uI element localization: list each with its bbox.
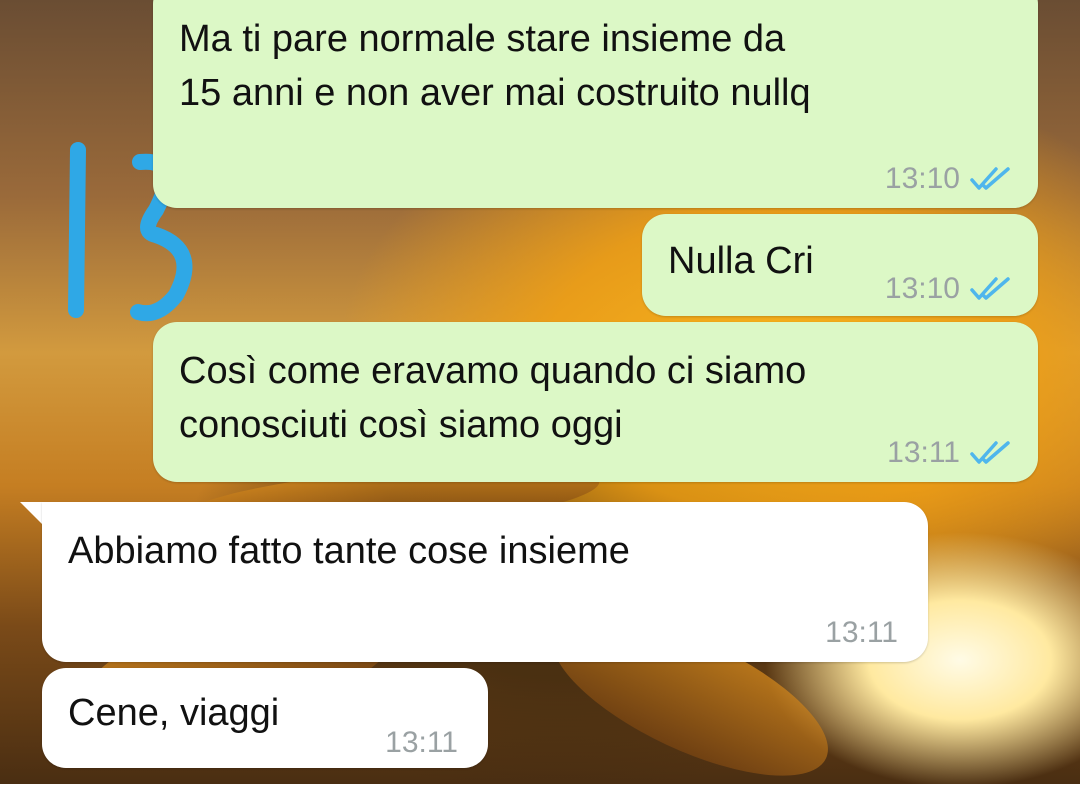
message-meta: 13:10 bbox=[885, 152, 1014, 206]
message-meta: 13:11 bbox=[887, 426, 1014, 480]
read-receipt-double-check-icon bbox=[970, 277, 1010, 300]
message-meta: 13:10 bbox=[885, 262, 1014, 316]
message-meta: 13:11 bbox=[825, 606, 898, 660]
message-bubble-outgoing[interactable]: Così come eravamo quando ci siamo conosc… bbox=[153, 322, 1038, 482]
message-text: Così come eravamo quando ci siamo conosc… bbox=[179, 350, 807, 446]
message-bubble-outgoing[interactable]: Ma ti pare normale stare insieme da 15 a… bbox=[153, 0, 1038, 208]
message-bubble-incoming[interactable]: Abbiamo fatto tante cose insieme 13:11 bbox=[42, 502, 928, 662]
message-text: Ma ti pare normale stare insieme da 15 a… bbox=[179, 18, 811, 114]
message-timestamp: 13:11 bbox=[825, 616, 898, 649]
message-text: Cene, viaggi bbox=[68, 692, 280, 734]
message-text: Abbiamo fatto tante cose insieme bbox=[68, 530, 630, 572]
message-timestamp: 13:10 bbox=[884, 162, 960, 195]
message-timestamp: 13:10 bbox=[884, 272, 960, 305]
message-text: Nulla Cri bbox=[668, 240, 814, 282]
read-receipt-double-check-icon bbox=[970, 441, 1010, 464]
message-bubble-incoming[interactable]: Cene, viaggi 13:11 bbox=[42, 668, 488, 768]
message-timestamp: 13:11 bbox=[385, 726, 458, 759]
message-bubble-outgoing[interactable]: Nulla Cri 13:10 bbox=[642, 214, 1038, 316]
message-timestamp: 13:11 bbox=[887, 436, 960, 469]
read-receipt-double-check-icon bbox=[970, 167, 1010, 190]
message-meta: 13:11 bbox=[385, 716, 458, 770]
